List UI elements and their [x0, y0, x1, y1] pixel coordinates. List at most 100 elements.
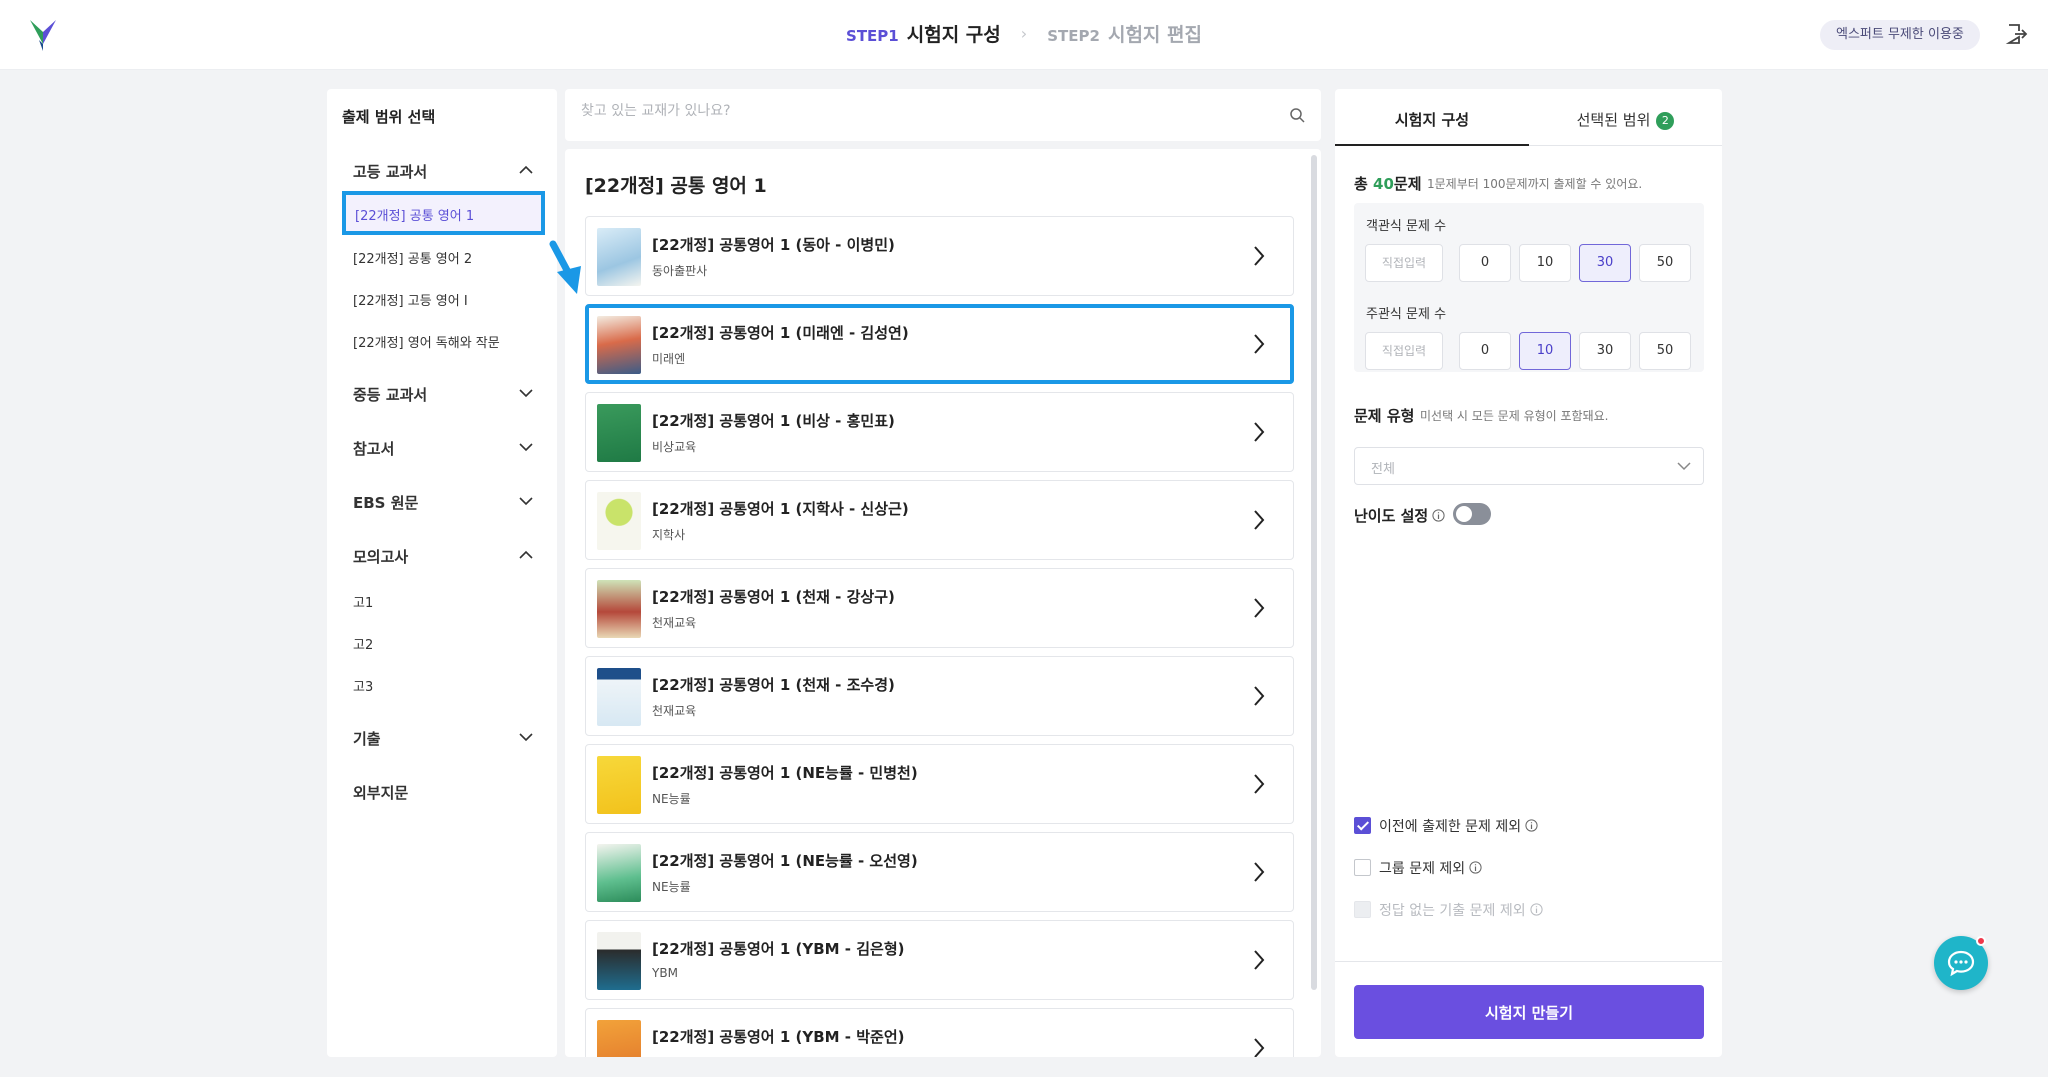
category-high-textbook[interactable]: 고등 교과서: [353, 161, 533, 182]
category-middle-textbook[interactable]: 중등 교과서: [353, 384, 533, 405]
sidebar-item-common-english-2[interactable]: [22개정] 공통 영어 2: [353, 248, 472, 267]
question-type-select[interactable]: 전체: [1354, 447, 1704, 485]
category-external-passage[interactable]: 외부지문: [353, 782, 533, 803]
tab-exam-config[interactable]: 시험지 구성: [1335, 89, 1529, 146]
info-icon[interactable]: [1525, 819, 1538, 832]
subjective-option-50[interactable]: 50: [1639, 332, 1691, 370]
book-cover: [597, 316, 641, 374]
search-input[interactable]: [581, 103, 1261, 119]
step2-num: STEP2: [1047, 27, 1100, 45]
subjective-option-30[interactable]: 30: [1579, 332, 1631, 370]
chevron-right-icon: [1254, 1038, 1265, 1057]
total-suffix: 문제: [1393, 175, 1422, 193]
book-publisher: 비상교육: [652, 440, 697, 454]
step1-num: STEP1: [846, 27, 899, 45]
book-title: [22개정] 공통영어 1 (NE능률 - 민병천): [652, 764, 918, 782]
chevron-down-icon: [519, 389, 533, 398]
category-label: EBS 원문: [353, 494, 419, 512]
exclude-previous-checkbox[interactable]: [1354, 817, 1371, 834]
book-cover: [597, 404, 641, 462]
info-icon: [1530, 903, 1543, 916]
sidebar-item-grade2[interactable]: 고2: [353, 634, 373, 653]
exclude-no-answer-label: 정답 없는 기출 문제 제외: [1379, 903, 1526, 919]
info-icon[interactable]: [1469, 861, 1482, 874]
book-title: [22개정] 공통영어 1 (YBM - 박준언): [652, 1028, 905, 1046]
total-prefix: 총: [1354, 175, 1368, 193]
list-item[interactable]: [22개정] 공통영어 1 (지학사 - 신상근) 지학사: [585, 480, 1294, 560]
subjective-label: 주관식 문제 수: [1366, 307, 1447, 322]
book-cover: [597, 932, 641, 990]
category-label: 중등 교과서: [353, 386, 428, 404]
category-reference-book[interactable]: 참고서: [353, 438, 533, 459]
list-item[interactable]: [22개정] 공통영어 1 (천재 - 강상구) 천재교육: [585, 568, 1294, 648]
category-ebs[interactable]: EBS 원문: [353, 492, 533, 513]
subjective-option-0[interactable]: 0: [1459, 332, 1511, 370]
objective-options: 직접입력 0 10 30 50: [1365, 244, 1695, 283]
chevron-right-icon: [1254, 950, 1265, 970]
list-item[interactable]: [22개정] 공통영어 1 (천재 - 조수경) 천재교육: [585, 656, 1294, 736]
book-publisher: NE능률: [652, 880, 691, 894]
book-cover: [597, 1020, 641, 1057]
chevron-right-icon: [1254, 862, 1265, 882]
create-exam-button[interactable]: 시험지 만들기: [1354, 985, 1704, 1039]
list-item[interactable]: [22개정] 공통영어 1 (NE능률 - 민병천) NE능률: [585, 744, 1294, 824]
exclude-previous-row[interactable]: 이전에 출제한 문제 제외: [1354, 816, 1538, 836]
question-type-hint: 미선택 시 모든 문제 유형이 포함돼요.: [1420, 409, 1609, 423]
exclude-group-checkbox[interactable]: [1354, 859, 1371, 876]
difficulty-text: 난이도 설정: [1354, 507, 1429, 525]
exam-config-panel: 시험지 구성 선택된 범위 2 총 40문제 1문제부터 100문제까지 출제할 …: [1335, 89, 1722, 1057]
total-count: 총 40문제: [1354, 173, 1422, 194]
objective-option-50[interactable]: 50: [1639, 244, 1691, 282]
textbook-list-panel: [22개정] 공통 영어 1 [22개정] 공통영어 1 (동아 - 이병민) …: [565, 149, 1321, 1057]
objective-label: 객관식 문제 수: [1366, 219, 1447, 234]
chevron-up-icon: [519, 165, 533, 174]
subjective-option-10[interactable]: 10: [1519, 332, 1571, 370]
sidebar-item-high-english-1[interactable]: [22개정] 고등 영어 I: [353, 290, 468, 309]
logout-icon[interactable]: [2005, 22, 2029, 46]
list-item[interactable]: [22개정] 공통영어 1 (YBM - 박준언): [585, 1008, 1294, 1057]
book-cover: [597, 844, 641, 902]
select-value: 전체: [1371, 462, 1395, 477]
total-hint: 1문제부터 100문제까지 출제할 수 있어요.: [1427, 177, 1643, 191]
difficulty-label: 난이도 설정: [1354, 505, 1445, 526]
list-item[interactable]: [22개정] 공통영어 1 (비상 - 홍민표) 비상교육: [585, 392, 1294, 472]
list-item[interactable]: [22개정] 공통영어 1 (YBM - 김은형) YBM: [585, 920, 1294, 1000]
subjective-direct-input[interactable]: 직접입력: [1365, 332, 1443, 370]
step-indicator: STEP1 시험지 구성 › STEP2 시험지 편집: [0, 20, 2048, 47]
objective-option-10[interactable]: 10: [1519, 244, 1571, 282]
list-item[interactable]: [22개정] 공통영어 1 (NE능률 - 오선영) NE능률: [585, 832, 1294, 912]
list-scrollbar[interactable]: [1311, 155, 1317, 990]
exclude-group-row[interactable]: 그룹 문제 제외: [1354, 858, 1482, 878]
top-header: STEP1 시험지 구성 › STEP2 시험지 편집 엑스퍼트 무제한 이용중: [0, 0, 2048, 70]
sidebar-item-common-english-1[interactable]: [22개정] 공통 영어 1: [342, 191, 545, 235]
category-past-exam[interactable]: 기출: [353, 728, 533, 749]
search-icon[interactable]: [1289, 107, 1305, 123]
annotation-arrow-icon: [549, 240, 581, 294]
step2[interactable]: STEP2 시험지 편집: [1047, 20, 1202, 47]
difficulty-toggle[interactable]: [1453, 503, 1491, 525]
subscription-badge[interactable]: 엑스퍼트 무제한 이용중: [1820, 20, 1980, 50]
category-label: 기출: [353, 730, 381, 748]
sidebar-item-grade3[interactable]: 고3: [353, 676, 373, 695]
category-mock-exam[interactable]: 모의고사: [353, 546, 533, 567]
step2-title: 시험지 편집: [1107, 24, 1202, 46]
step1-title: 시험지 구성: [906, 24, 1001, 46]
step1[interactable]: STEP1 시험지 구성: [846, 20, 1001, 47]
exclude-group-label: 그룹 문제 제외: [1379, 861, 1466, 877]
exclude-previous-label: 이전에 출제한 문제 제외: [1379, 819, 1522, 835]
tab-selected-range[interactable]: 선택된 범위 2: [1529, 89, 1722, 146]
list-item[interactable]: [22개정] 공통영어 1 (동아 - 이병민) 동아출판사: [585, 216, 1294, 296]
objective-option-0[interactable]: 0: [1459, 244, 1511, 282]
info-icon[interactable]: [1432, 509, 1445, 522]
sidebar-item-reading-writing[interactable]: [22개정] 영어 독해와 작문: [353, 332, 500, 351]
objective-option-30[interactable]: 30: [1579, 244, 1631, 282]
subjective-options: 직접입력 0 10 30 50: [1365, 332, 1695, 371]
objective-direct-input[interactable]: 직접입력: [1365, 244, 1443, 282]
exclude-no-answer-checkbox: [1354, 901, 1371, 918]
list-item[interactable]: [22개정] 공통영어 1 (미래엔 - 김성연) 미래엔: [585, 304, 1294, 384]
book-title: [22개정] 공통영어 1 (NE능률 - 오선영): [652, 852, 918, 870]
sidebar-item-grade1[interactable]: 고1: [353, 592, 373, 611]
book-title: [22개정] 공통영어 1 (지학사 - 신상근): [652, 500, 909, 518]
chevron-right-icon: [1254, 246, 1265, 266]
search-bar: [565, 89, 1321, 141]
